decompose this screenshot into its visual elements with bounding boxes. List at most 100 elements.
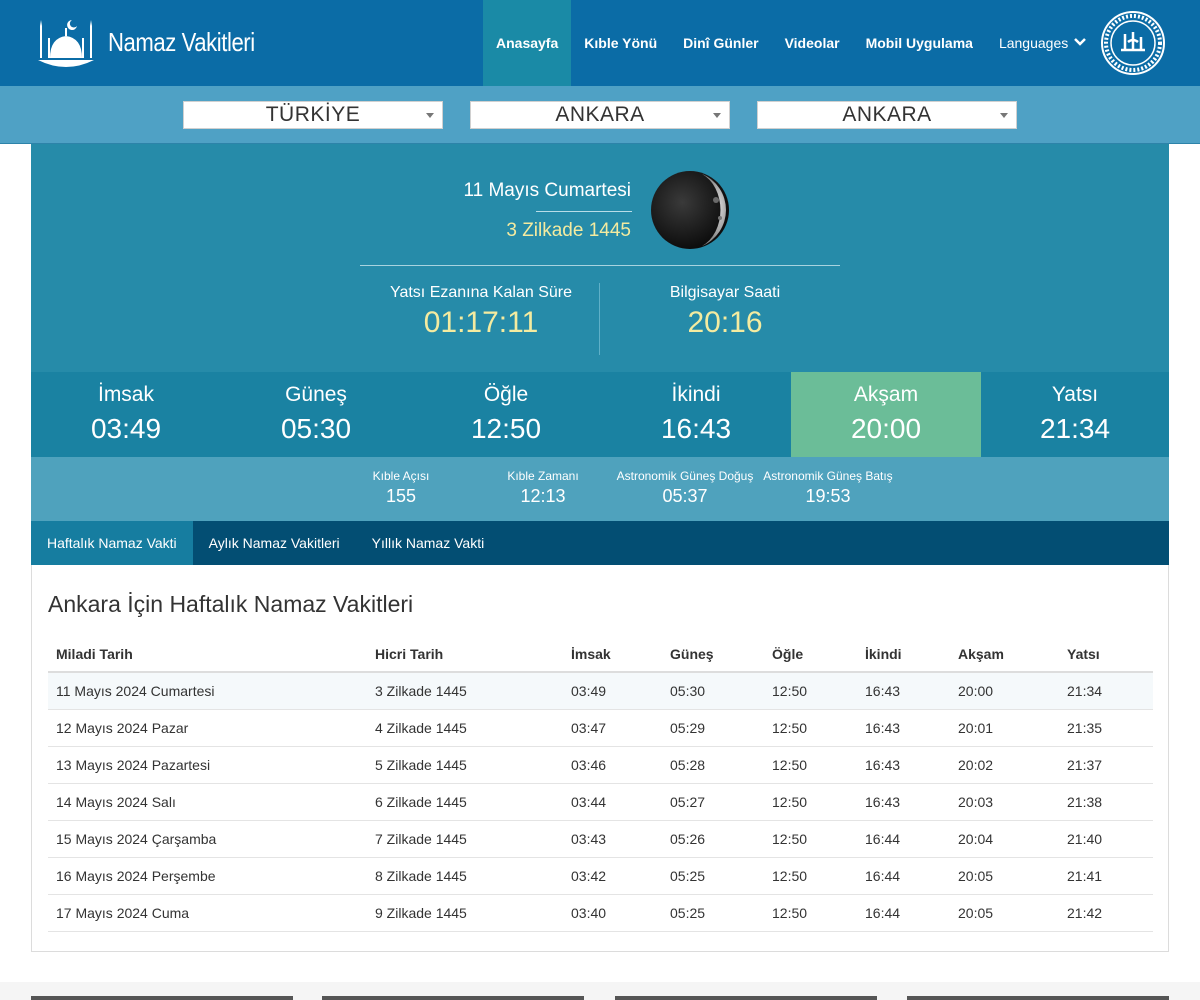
table-cell: 12:50 [764, 820, 857, 858]
info-value: 12:13 [520, 486, 566, 506]
footer-thumbnail[interactable] [322, 996, 584, 1000]
info-label: Kıble Zamanı [507, 469, 579, 483]
remaining-time: 01:17:11 [423, 306, 539, 339]
weekly-title: Ankara İçin Haftalık Namaz Vakitleri [48, 591, 414, 617]
prayer-name: Yatsı [1051, 383, 1099, 406]
nav-kible-yonu[interactable]: Kıble Yönü [571, 0, 670, 86]
moon-phase-icon [651, 171, 729, 249]
astronomic-sunrise: Astronomik Güneş Doğuş 05:37 [615, 469, 755, 507]
date-divider [536, 211, 632, 212]
prayer-time: 03:49 [90, 413, 162, 444]
prayer-gunes: Güneş 05:30 [221, 372, 411, 457]
weekly-table: Miladi Tarih Hicri Tarih İmsak Güneş Öğl… [48, 636, 1153, 932]
dropdown-caret-icon [713, 113, 721, 118]
table-row: 12 Mayıs 2024 Pazar 4 Zilkade 1445 03:47 05… [48, 709, 1153, 747]
table-cell: 21:41 [1059, 857, 1153, 895]
table-row: 17 Mayıs 2024 Cuma 9 Zilkade 1445 03:40 05:… [48, 894, 1153, 932]
prayer-name: Öğle [483, 383, 529, 406]
footer-thumbnail[interactable] [31, 996, 293, 1000]
hero-panel: 11 Mayıs Cumartesi 3 Zilkade 1445 Yatsı … [31, 144, 1169, 372]
table-cell: 05:26 [662, 820, 764, 858]
tab-monthly[interactable]: Aylık Namaz Vakitleri [193, 521, 356, 565]
table-cell: 17 Mayıs 2024 Cuma [48, 894, 367, 932]
info-label: Astronomik Güneş Batış [763, 469, 893, 483]
table-cell: 3 Zilkade 1445 [367, 672, 563, 710]
table-cell: 16:44 [857, 894, 950, 932]
table-cell: 21:34 [1059, 672, 1153, 710]
hero-divider [360, 265, 840, 266]
tab-yearly[interactable]: Yıllık Namaz Vakti [356, 521, 501, 565]
languages-label: Languages [998, 35, 1069, 51]
prayer-name: Akşam [853, 383, 919, 406]
tab-weekly[interactable]: Haftalık Namaz Vakti [31, 521, 193, 565]
table-cell: 16:44 [857, 820, 950, 858]
col-miladi: Miladi Tarih [48, 636, 367, 673]
prayer-time: 12:50 [470, 413, 542, 444]
nav-mobil-uygulama[interactable]: Mobil Uygulama [853, 0, 986, 86]
remaining-time-block: Yatsı Ezanına Kalan Süre 01:17:11 [361, 284, 601, 340]
col-imsak: İmsak [563, 636, 662, 673]
table-cell: 03:46 [563, 746, 662, 784]
table-cell: 05:29 [662, 709, 764, 747]
table-cell: 20:00 [950, 672, 1059, 710]
table-row: 11 Mayıs 2024 Cumartesi 3 Zilkade 1445 03:… [48, 672, 1153, 710]
table-cell: 9 Zilkade 1445 [367, 894, 563, 932]
astronomic-sunset: Astronomik Güneş Batış 19:53 [758, 469, 898, 507]
table-row: 15 Mayıs 2024 Çarşamba 7 Zilkade 1445 03:4… [48, 820, 1153, 858]
dropdown-caret-icon [426, 113, 434, 118]
table-cell: 14 Mayıs 2024 Salı [48, 783, 367, 821]
remaining-label: Yatsı Ezanına Kalan Süre [389, 284, 573, 301]
col-aksam: Akşam [950, 636, 1059, 673]
table-cell: 12:50 [764, 857, 857, 895]
diyanet-emblem-icon[interactable] [1100, 10, 1166, 76]
nav-videolar[interactable]: Videolar [772, 0, 853, 86]
table-row: 14 Mayıs 2024 Salı 6 Zilkade 1445 03:44 05:… [48, 783, 1153, 821]
country-select[interactable]: TÜRKİYE [183, 101, 443, 129]
schedule-tabs: Haftalık Namaz Vakti Aylık Namaz Vakitle… [31, 521, 1169, 565]
col-ogle: Öğle [764, 636, 857, 673]
table-cell: 6 Zilkade 1445 [367, 783, 563, 821]
qibla-angle: Kıble Açısı 155 [331, 469, 471, 507]
table-cell: 03:47 [563, 709, 662, 747]
table-cell: 21:38 [1059, 783, 1153, 821]
site-title: Namaz Vakitleri [108, 26, 255, 57]
table-cell: 16:43 [857, 783, 950, 821]
table-cell: 12:50 [764, 783, 857, 821]
prayer-name: Güneş [285, 383, 347, 406]
table-cell: 20:01 [950, 709, 1059, 747]
footer-thumbnail[interactable] [907, 996, 1169, 1000]
prayer-imsak: İmsak 03:49 [31, 372, 221, 457]
table-cell: 03:40 [563, 894, 662, 932]
table-cell: 05:28 [662, 746, 764, 784]
table-cell: 20:05 [950, 857, 1059, 895]
table-header-row: Miladi Tarih Hicri Tarih İmsak Güneş Öğl… [48, 636, 1153, 673]
col-ikindi: İkindi [857, 636, 950, 673]
qibla-time: Kıble Zamanı 12:13 [473, 469, 613, 507]
city-select-value: ANKARA [555, 103, 645, 126]
table-cell: 12 Mayıs 2024 Pazar [48, 709, 367, 747]
table-cell: 12:50 [764, 746, 857, 784]
nav-anasayfa[interactable]: Anasayfa [483, 0, 572, 86]
table-cell: 5 Zilkade 1445 [367, 746, 563, 784]
table-cell: 12:50 [764, 672, 857, 710]
nav-dini-gunler[interactable]: Dinî Günler [670, 0, 771, 86]
languages-dropdown[interactable]: Languages [986, 0, 1099, 86]
table-cell: 03:42 [563, 857, 662, 895]
country-select-value: TÜRKİYE [265, 103, 361, 126]
prayer-ikindi: İkindi 16:43 [601, 372, 791, 457]
location-selector-bar: TÜRKİYE ANKARA ANKARA [0, 86, 1200, 144]
prayer-time: 16:43 [660, 413, 732, 444]
main-nav: Anasayfa Kıble Yönü Dinî Günler Videolar… [483, 0, 1099, 86]
district-select[interactable]: ANKARA [757, 101, 1017, 129]
table-cell: 21:42 [1059, 894, 1153, 932]
city-select[interactable]: ANKARA [470, 101, 730, 129]
table-cell: 12:50 [764, 709, 857, 747]
gregorian-date: 11 Mayıs Cumartesi [463, 180, 631, 201]
table-cell: 03:43 [563, 820, 662, 858]
footer-thumbnail[interactable] [615, 996, 877, 1000]
table-cell: 03:49 [563, 672, 662, 710]
table-row: 13 Mayıs 2024 Pazartesi 5 Zilkade 1445 03:… [48, 746, 1153, 784]
clock-time: 20:16 [687, 306, 763, 339]
table-cell: 11 Mayıs 2024 Cumartesi [48, 672, 367, 710]
site-logo[interactable]: Namaz Vakitleri [36, 16, 281, 68]
